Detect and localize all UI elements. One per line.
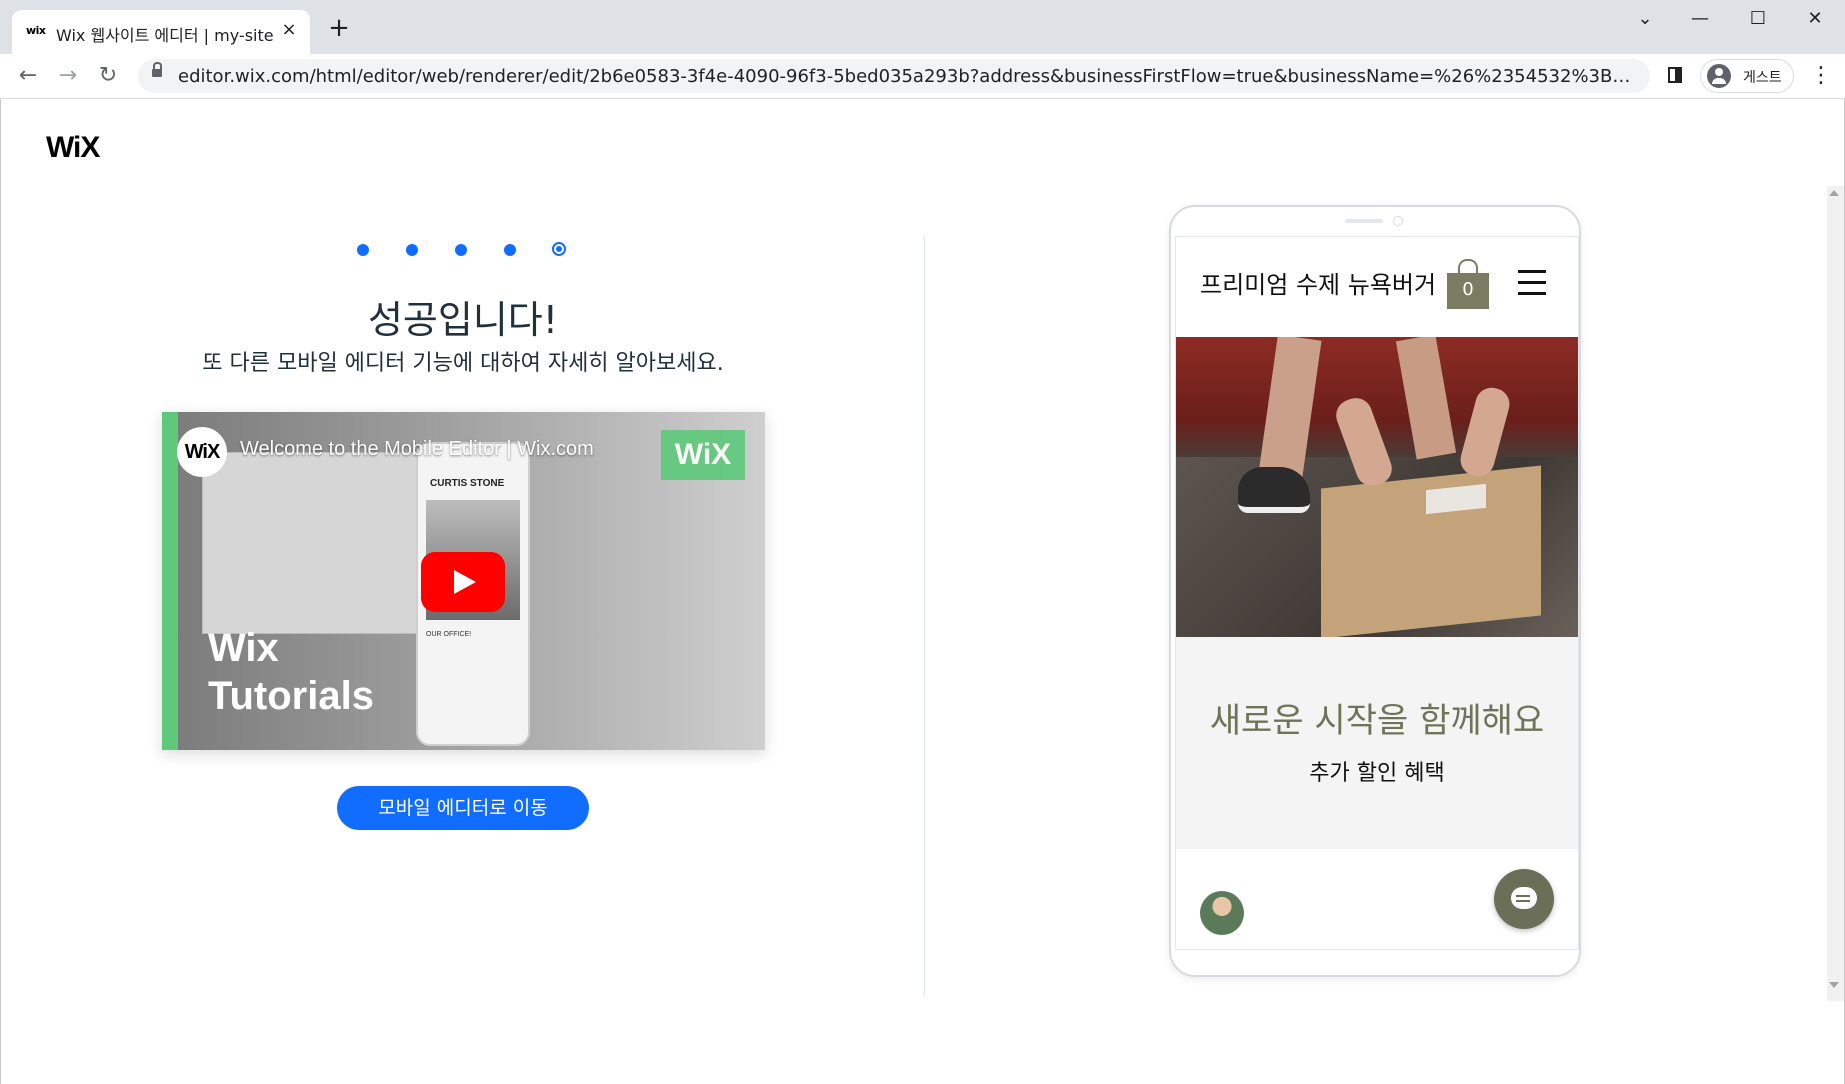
promo-subtitle: 추가 할인 혜택 — [1309, 761, 1445, 786]
chat-avatar[interactable] — [1200, 891, 1244, 935]
tab-search-icon[interactable]: ⌄ — [1625, 8, 1665, 32]
step-dot — [357, 244, 369, 256]
video-wix-badge: WiX — [661, 430, 745, 480]
mobile-preview-frame: 프리미엄 수제 뉴욕버거 0 새로운 시작을 함께해요 추가 할인 혜택 — [1169, 205, 1581, 977]
step-dot-current — [552, 242, 566, 256]
cart-count: 0 — [1462, 279, 1474, 300]
tab-title: Wix 웹사이트 에디터 | my-site — [56, 26, 274, 45]
minimize-button[interactable]: — — [1680, 8, 1720, 32]
side-panel-icon[interactable] — [1668, 67, 1682, 83]
video-overlay-line2: Tutorials — [208, 674, 374, 718]
wix-logo: WiX — [46, 131, 100, 164]
step-dot — [504, 244, 516, 256]
tab-close-icon[interactable]: × — [278, 19, 300, 41]
browser-tab[interactable]: wix Wix 웹사이트 에디터 | my-site × — [12, 10, 310, 54]
video-overlay-line1: Wix — [208, 626, 279, 670]
chat-button[interactable] — [1494, 869, 1554, 929]
profile-button[interactable]: 게스트 — [1700, 59, 1794, 93]
close-window-button[interactable]: ✕ — [1795, 8, 1835, 32]
guest-avatar-icon — [1707, 64, 1731, 88]
video-title[interactable]: Welcome to the Mobile Editor | Wix.com — [240, 438, 594, 461]
play-icon[interactable] — [421, 552, 505, 612]
video-phone-caption: CURTIS STONE — [430, 478, 505, 489]
go-to-mobile-editor-button[interactable]: 모바일 에디터로 이동 — [337, 786, 589, 830]
browser-toolbar: ← → ↻ editor.wix.com/html/editor/web/ren… — [0, 54, 1845, 99]
scroll-down-icon[interactable] — [1829, 982, 1839, 988]
hamburger-menu-icon[interactable] — [1518, 270, 1546, 296]
video-phone-text: OUR OFFICE! — [426, 631, 472, 638]
promo-section: 새로운 시작을 함께해요 추가 할인 혜택 — [1176, 637, 1578, 849]
scroll-up-icon[interactable] — [1829, 190, 1839, 196]
page-title: 성공입니다! — [367, 298, 559, 342]
channel-logo[interactable]: WiX — [177, 427, 227, 477]
page-subtitle: 또 다른 모바일 에디터 기능에 대하여 자세히 알아보세요. — [202, 351, 724, 376]
tutorial-video[interactable]: CURTIS STONE OUR OFFICE! WiX Welcome to … — [162, 412, 765, 750]
page-scrollbar[interactable] — [1827, 186, 1844, 1001]
step-dot — [455, 244, 467, 256]
cart-bag-icon[interactable]: 0 — [1447, 259, 1489, 309]
phone-camera — [1393, 216, 1403, 226]
mobile-preview-screen[interactable]: 프리미엄 수제 뉴욕버거 0 새로운 시작을 함께해요 추가 할인 혜택 — [1175, 236, 1579, 950]
profile-label: 게스트 — [1743, 70, 1782, 86]
video-overlay-text: Wix Tutorials — [208, 624, 374, 720]
hero-image — [1176, 337, 1578, 637]
step-dot — [406, 244, 418, 256]
vertical-divider — [924, 236, 925, 996]
wix-favicon-icon: wix — [26, 24, 46, 37]
phone-speaker — [1345, 219, 1383, 223]
site-title: 프리미엄 수제 뉴욕버거 — [1200, 271, 1437, 299]
forward-icon[interactable]: → — [53, 61, 83, 91]
back-icon[interactable]: ← — [13, 61, 43, 91]
editor-page: WiX 성공입니다! 또 다른 모바일 에디터 기능에 대하여 자세히 알아보세… — [0, 99, 1845, 1084]
promo-title: 새로운 시작을 함께해요 — [1209, 701, 1545, 741]
address-bar[interactable]: editor.wix.com/html/editor/web/renderer/… — [138, 59, 1650, 93]
reload-icon[interactable]: ↻ — [93, 61, 123, 91]
more-menu-icon[interactable]: ⋮ — [1810, 62, 1832, 90]
chat-bubble-icon — [1511, 887, 1537, 909]
video-green-bar — [162, 412, 178, 750]
tab-strip: wix Wix 웹사이트 에디터 | my-site × + ⌄ — ☐ ✕ — [0, 0, 1845, 54]
url-text[interactable]: editor.wix.com/html/editor/web/renderer/… — [178, 66, 1638, 87]
lock-icon[interactable] — [152, 62, 162, 77]
maximize-button[interactable]: ☐ — [1738, 8, 1778, 32]
step-indicator — [357, 239, 577, 259]
new-tab-button[interactable]: + — [326, 15, 352, 41]
